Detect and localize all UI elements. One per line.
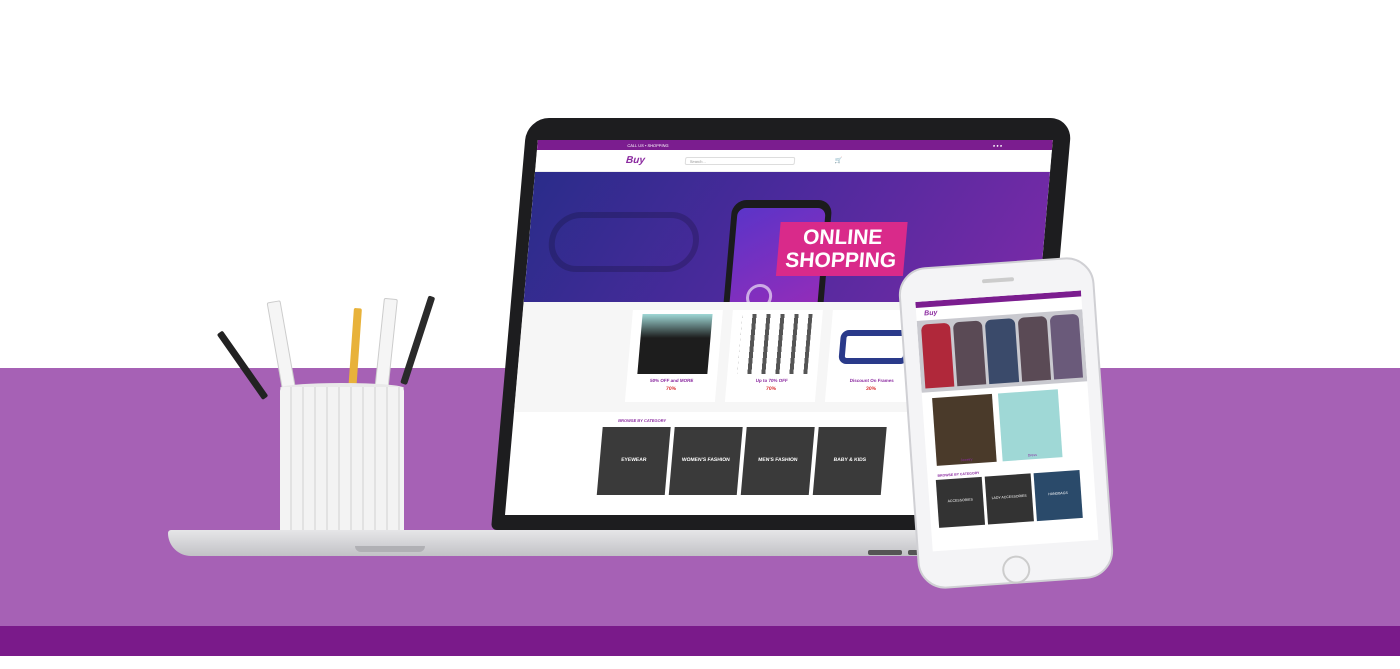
smartphone: Buy Jewelry Dress BROWSE BY CATEGORY ACC… bbox=[897, 255, 1115, 591]
cutlery-image bbox=[737, 314, 813, 374]
phone-category-label: LADY ACCESSORIES bbox=[991, 493, 1027, 501]
scene: CALL US • SHOPPING ● ● ● Buy Search... 🛒… bbox=[0, 0, 1400, 669]
product-price: 70% bbox=[665, 386, 677, 392]
phone-category-tile[interactable]: HANDBAGS bbox=[1033, 469, 1083, 522]
product-price: 70% bbox=[765, 386, 777, 392]
glasses-graphic bbox=[546, 212, 702, 272]
category-tile[interactable]: EYEWEAR bbox=[596, 427, 671, 495]
model-figure bbox=[985, 318, 1019, 385]
hero-title-line2: SHOPPING bbox=[784, 249, 898, 272]
category-label: MEN'S FASHION bbox=[757, 457, 798, 463]
hero-title: ONLINE SHOPPING bbox=[775, 222, 908, 276]
model-figure bbox=[920, 322, 955, 389]
model-figure bbox=[953, 320, 987, 387]
phone-product-row: Jewelry Dress bbox=[922, 381, 1093, 472]
phone-category-tile[interactable]: LADY ACCESSORIES bbox=[984, 473, 1034, 525]
dress-image bbox=[637, 314, 713, 374]
phone-category-grid: ACCESSORIES LADY ACCESSORIES HANDBAGS bbox=[928, 469, 1097, 528]
phone-hero-models[interactable] bbox=[916, 309, 1088, 393]
social-icons[interactable]: ● ● ● bbox=[993, 143, 1003, 148]
floor-band bbox=[0, 656, 1400, 669]
phone-screen: Buy Jewelry Dress BROWSE BY CATEGORY ACC… bbox=[915, 290, 1099, 552]
category-tile[interactable]: MEN'S FASHION bbox=[740, 427, 815, 495]
topbar-text: CALL US • SHOPPING bbox=[627, 142, 669, 148]
product-card[interactable]: 50% OFF and MORE 70% bbox=[624, 310, 723, 402]
phone-product-label: Jewelry bbox=[960, 457, 973, 463]
model-figure bbox=[1049, 313, 1084, 380]
phone-product-card[interactable]: Jewelry bbox=[932, 393, 997, 466]
product-label: Up to 70% OFF bbox=[755, 378, 788, 383]
site-logo[interactable]: Buy bbox=[626, 155, 646, 166]
laptop-notch bbox=[355, 546, 425, 552]
product-card[interactable]: Up to 70% OFF 70% bbox=[724, 310, 823, 402]
site-header: Buy Search... 🛒 bbox=[535, 150, 1052, 172]
category-tile[interactable]: BABY & KIDS bbox=[812, 427, 887, 495]
hero-title-line1: ONLINE bbox=[802, 226, 884, 249]
home-button[interactable] bbox=[1001, 554, 1032, 585]
phone-category-label: ACCESSORIES bbox=[947, 497, 974, 504]
laptop-base bbox=[168, 530, 968, 556]
phone-category-tile[interactable]: ACCESSORIES bbox=[935, 476, 986, 528]
cart-icon[interactable]: 🛒 bbox=[835, 157, 843, 164]
search-input[interactable]: Search... bbox=[684, 156, 796, 165]
category-label: BABY & KIDS bbox=[833, 457, 867, 463]
phone-speaker bbox=[981, 277, 1015, 284]
glasses-image bbox=[838, 330, 912, 364]
laptop-port bbox=[868, 550, 902, 555]
phone-product-label: Dress bbox=[1027, 452, 1038, 458]
product-label: Discount On Frames bbox=[849, 378, 894, 383]
phone-product-card[interactable]: Dress bbox=[997, 389, 1063, 462]
category-label: WOMEN'S FASHION bbox=[681, 457, 730, 463]
pencil-cup bbox=[280, 387, 404, 545]
category-label: EYEWEAR bbox=[620, 457, 647, 463]
category-tile[interactable]: WOMEN'S FASHION bbox=[668, 427, 743, 495]
desk-edge-strip bbox=[0, 626, 1400, 656]
product-price: 30% bbox=[865, 386, 877, 392]
model-figure bbox=[1017, 315, 1051, 382]
product-label: 50% OFF and MORE bbox=[649, 378, 694, 383]
site-topbar: CALL US • SHOPPING ● ● ● bbox=[536, 140, 1053, 150]
phone-category-label: HANDBAGS bbox=[1048, 490, 1068, 497]
